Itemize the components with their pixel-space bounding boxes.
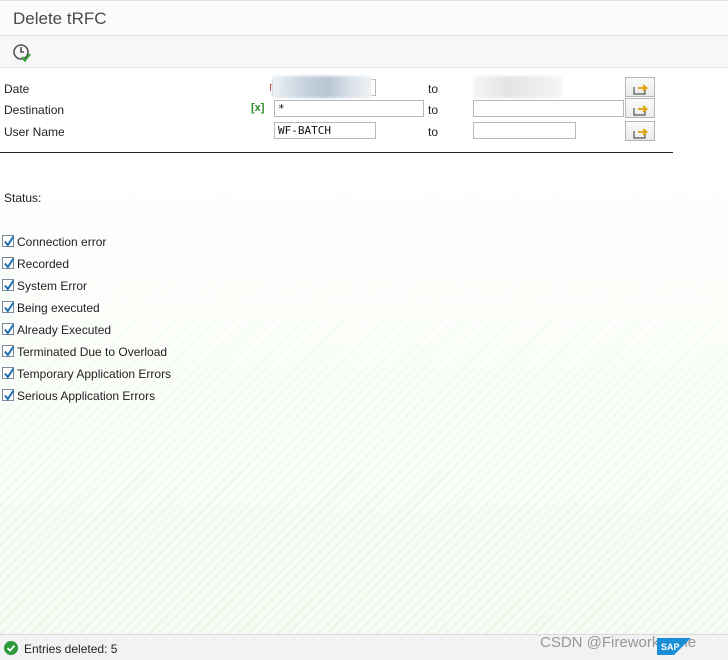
title-bar: Delete tRFC bbox=[0, 0, 728, 36]
user-name-from-input[interactable]: WF-BATCH bbox=[274, 122, 376, 139]
checkmark-icon bbox=[4, 367, 15, 379]
svg-text:SAP: SAP bbox=[661, 642, 680, 652]
selection-screen: Date to Destination [x] * to User Name W… bbox=[0, 68, 728, 634]
user-name-row: User Name WF-BATCH to bbox=[0, 121, 728, 141]
status-checkbox[interactable] bbox=[2, 257, 15, 269]
checkmark-icon bbox=[4, 345, 15, 357]
date-label: Date bbox=[4, 82, 30, 96]
status-option-label: Terminated Due to Overload bbox=[17, 345, 168, 359]
status-checkbox[interactable] bbox=[2, 389, 15, 401]
status-option-label: Being executed bbox=[17, 301, 100, 315]
toolbar bbox=[0, 36, 728, 68]
destination-to-label: to bbox=[428, 103, 439, 117]
user-name-to-label: to bbox=[428, 125, 439, 139]
user-name-multiple-selection-button[interactable] bbox=[625, 121, 655, 141]
status-checkbox[interactable] bbox=[2, 235, 15, 247]
date-row: Date to bbox=[0, 76, 728, 98]
status-checkbox[interactable] bbox=[2, 367, 15, 379]
divider bbox=[0, 152, 673, 153]
destination-multiple-selection-button[interactable] bbox=[625, 98, 655, 118]
status-option-label: Connection error bbox=[17, 235, 107, 249]
user-name-label: User Name bbox=[4, 125, 65, 139]
user-name-to-input[interactable] bbox=[473, 122, 576, 139]
status-checkbox[interactable] bbox=[2, 279, 15, 291]
success-check-icon bbox=[4, 641, 18, 655]
status-checkbox[interactable] bbox=[2, 301, 15, 313]
execute-button[interactable] bbox=[11, 42, 33, 64]
status-option-label: Serious Application Errors bbox=[17, 389, 156, 403]
checkmark-icon bbox=[4, 279, 15, 291]
destination-to-input[interactable] bbox=[473, 100, 624, 117]
status-section-title: Status: bbox=[4, 191, 42, 205]
checkmark-icon bbox=[4, 389, 15, 401]
date-to-label: to bbox=[428, 82, 439, 96]
sap-logo-icon: SAP bbox=[657, 638, 691, 655]
destination-from-input[interactable]: * bbox=[274, 100, 424, 117]
multiple-selection-icon bbox=[633, 128, 648, 139]
status-option-label: Already Executed bbox=[17, 323, 112, 337]
date-to-redacted bbox=[474, 76, 562, 98]
status-message: Entries deleted: 5 bbox=[24, 642, 118, 656]
status-checkbox[interactable] bbox=[2, 323, 15, 335]
status-option-label: Recorded bbox=[17, 257, 70, 271]
multiple-selection-icon bbox=[633, 84, 648, 95]
destination-label: Destination bbox=[4, 103, 65, 117]
status-option-label: System Error bbox=[17, 279, 88, 293]
checkmark-icon bbox=[4, 235, 15, 247]
checkmark-icon bbox=[4, 257, 15, 269]
status-option-label: Temporary Application Errors bbox=[17, 367, 172, 381]
checkmark-icon bbox=[4, 301, 15, 313]
checkmark-icon bbox=[4, 323, 15, 335]
destination-row: Destination [x] * to bbox=[0, 98, 728, 119]
date-from-redacted bbox=[272, 76, 372, 98]
page-title: Delete tRFC bbox=[13, 9, 107, 28]
status-checkbox[interactable] bbox=[2, 345, 15, 357]
date-multiple-selection-button[interactable] bbox=[625, 77, 655, 97]
multiple-selection-icon bbox=[633, 105, 648, 116]
execute-clock-icon bbox=[13, 44, 31, 63]
destination-option-marker[interactable]: [x] bbox=[251, 102, 264, 114]
